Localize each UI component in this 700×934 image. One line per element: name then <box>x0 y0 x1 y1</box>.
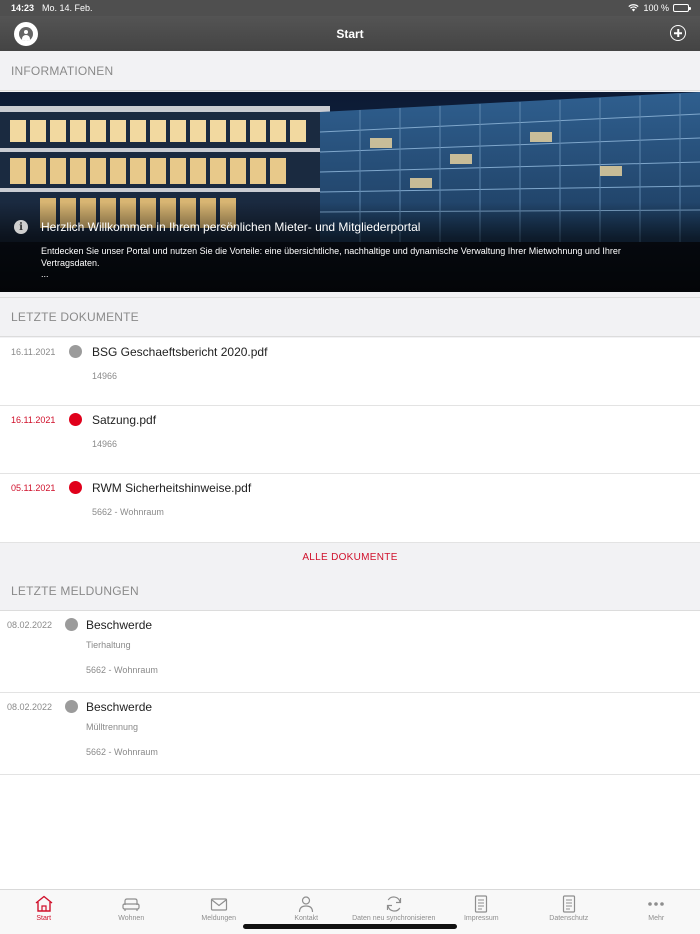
tab-wohnen[interactable]: Wohnen <box>88 890 176 934</box>
tab-label: Wohnen <box>118 915 145 922</box>
info-description: Entdecken Sie unser Portal und nutzen Si… <box>41 246 621 268</box>
message-title: Beschwerde <box>86 618 153 632</box>
person-icon <box>299 896 314 913</box>
documents-list: 16.11.2021 BSG Geschaeftsbericht 2020.pd… <box>0 338 700 543</box>
content-spacer <box>0 775 700 890</box>
tab-label: Datenschutz <box>549 915 589 922</box>
battery-percent: 100 % <box>643 3 669 13</box>
document-date: 05.11.2021 <box>11 483 56 493</box>
status-time: 14:23 <box>11 3 35 13</box>
tab-label: Meldungen <box>201 915 237 922</box>
page-title: Start <box>336 26 364 41</box>
read-status-dot <box>65 618 78 631</box>
document-title: RWM Sicherheitshinweise.pdf <box>92 481 252 495</box>
info-title: Herzlich Willkommen in Ihrem persönliche… <box>41 220 421 234</box>
document-subtitle: 14966 <box>92 439 118 449</box>
battery-icon <box>673 4 691 12</box>
tab-label: Kontakt <box>294 915 319 922</box>
more-icon <box>648 902 665 906</box>
read-status-dot <box>65 700 78 713</box>
all-documents-link[interactable]: ALLE DOKUMENTE <box>0 543 700 571</box>
envelope-icon <box>210 898 227 911</box>
read-status-dot <box>69 345 82 358</box>
section-header-informationen: INFORMATIONEN <box>0 51 700 91</box>
document-title: Satzung.pdf <box>92 413 157 427</box>
unread-status-dot <box>69 413 82 426</box>
document-row[interactable]: 05.11.2021 RWM Sicherheitshinweise.pdf 5… <box>0 474 700 543</box>
tab-datenschutz[interactable]: Datenschutz <box>525 890 613 934</box>
section-header-meldungen: LETZTE MELDUNGEN <box>0 571 700 611</box>
document-icon <box>562 895 575 913</box>
document-icon <box>475 895 488 913</box>
profile-avatar-button[interactable] <box>14 22 38 46</box>
message-date: 08.02.2022 <box>7 702 53 712</box>
message-category: Tierhaltung <box>86 640 131 650</box>
section-header-dokumente: LETZTE DOKUMENTE <box>0 297 700 337</box>
wifi-icon <box>628 4 640 12</box>
message-date: 08.02.2022 <box>7 620 53 630</box>
user-icon <box>19 27 33 41</box>
messages-list: 08.02.2022 Beschwerde Tierhaltung 5662 -… <box>0 611 700 775</box>
document-subtitle: 5662 - Wohnraum <box>92 507 164 517</box>
document-title: BSG Geschaeftsbericht 2020.pdf <box>92 345 268 359</box>
message-row[interactable]: 08.02.2022 Beschwerde Mülltrennung 5662 … <box>0 693 700 775</box>
status-date: Mo. 14. Feb. <box>42 3 93 13</box>
document-row[interactable]: 16.11.2021 Satzung.pdf 14966 <box>0 406 700 474</box>
sync-icon <box>386 896 401 912</box>
tab-mehr[interactable]: Mehr <box>613 890 700 934</box>
status-bar: 14:23 Mo. 14. Feb. 100 % <box>0 0 700 16</box>
document-date: 16.11.2021 <box>11 415 56 425</box>
unread-status-dot <box>69 481 82 494</box>
message-subtitle: 5662 - Wohnraum <box>86 665 158 675</box>
document-date: 16.11.2021 <box>11 347 56 357</box>
tab-label: Mehr <box>648 915 665 922</box>
info-ellipsis: ... <box>41 269 49 279</box>
info-banner[interactable]: i Herzlich Willkommen in Ihrem persönlic… <box>0 92 700 292</box>
message-category: Mülltrennung <box>86 722 139 732</box>
tab-label: Daten neu synchronisieren <box>352 915 436 922</box>
tab-start[interactable]: Start <box>0 890 88 934</box>
tab-label: Start <box>36 915 52 922</box>
message-row[interactable]: 08.02.2022 Beschwerde Tierhaltung 5662 -… <box>0 611 700 693</box>
home-icon <box>35 895 53 912</box>
add-button[interactable] <box>670 25 686 41</box>
sofa-icon <box>122 898 140 911</box>
info-icon: i <box>14 220 28 234</box>
navigation-bar: Start <box>0 16 700 51</box>
document-row[interactable]: 16.11.2021 BSG Geschaeftsbericht 2020.pd… <box>0 338 700 406</box>
tab-label: Impressum <box>463 915 499 922</box>
message-title: Beschwerde <box>86 700 153 714</box>
document-subtitle: 14966 <box>92 371 118 381</box>
message-subtitle: 5662 - Wohnraum <box>86 747 158 757</box>
home-indicator[interactable] <box>243 924 457 929</box>
